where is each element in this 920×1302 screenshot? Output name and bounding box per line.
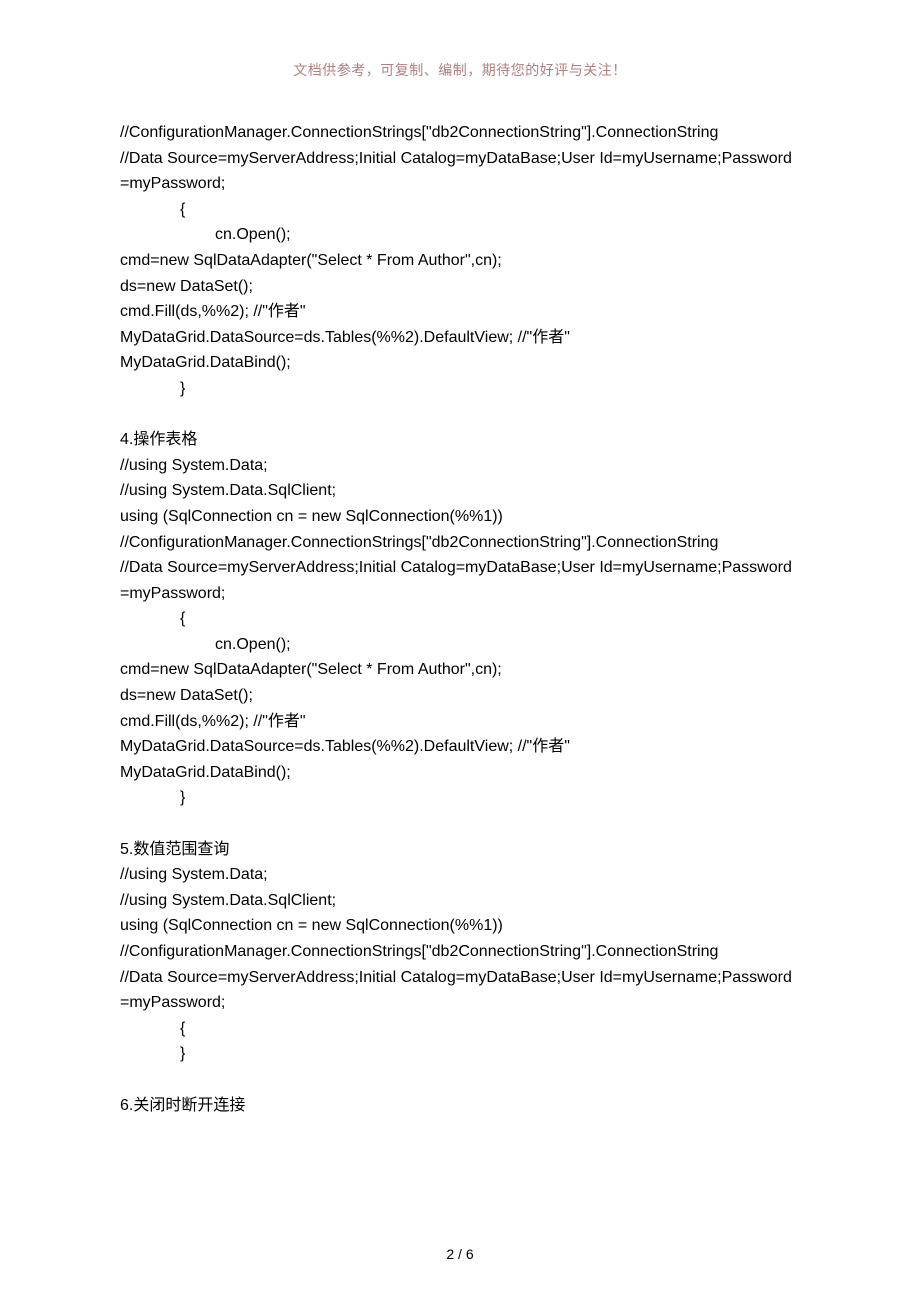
blank-line xyxy=(120,811,800,837)
code-line: //using System.Data; xyxy=(120,862,800,888)
document-body: //ConfigurationManager.ConnectionStrings… xyxy=(120,120,800,1118)
code-line: ds=new DataSet(); xyxy=(120,274,800,300)
code-line: cmd.Fill(ds,%%2); //"作者" xyxy=(120,709,800,735)
code-line: using (SqlConnection cn = new SqlConnect… xyxy=(120,504,800,530)
code-line: //Data Source=myServerAddress;Initial Ca… xyxy=(120,965,800,1016)
code-line: } xyxy=(120,785,800,811)
code-line: //Data Source=myServerAddress;Initial Ca… xyxy=(120,146,800,197)
code-line: cmd.Fill(ds,%%2); //"作者" xyxy=(120,299,800,325)
code-line: //using System.Data.SqlClient; xyxy=(120,478,800,504)
code-line: //ConfigurationManager.ConnectionStrings… xyxy=(120,939,800,965)
code-line: //using System.Data.SqlClient; xyxy=(120,888,800,914)
page-header-note: 文档供参考，可复制、编制，期待您的好评与关注！ xyxy=(120,60,800,80)
document-page: 文档供参考，可复制、编制，期待您的好评与关注！ //ConfigurationM… xyxy=(0,0,920,1302)
code-line: //ConfigurationManager.ConnectionStrings… xyxy=(120,530,800,556)
code-line: } xyxy=(120,1041,800,1067)
code-line: { xyxy=(120,606,800,632)
code-line: MyDataGrid.DataSource=ds.Tables(%%2).Def… xyxy=(120,325,800,351)
code-line: //Data Source=myServerAddress;Initial Ca… xyxy=(120,555,800,606)
code-line: MyDataGrid.DataSource=ds.Tables(%%2).Def… xyxy=(120,734,800,760)
blank-line xyxy=(120,1067,800,1093)
blank-line xyxy=(120,402,800,428)
code-line: MyDataGrid.DataBind(); xyxy=(120,760,800,786)
code-line: //ConfigurationManager.ConnectionStrings… xyxy=(120,120,800,146)
code-line: ds=new DataSet(); xyxy=(120,683,800,709)
code-line: cn.Open(); xyxy=(120,632,800,658)
code-line: { xyxy=(120,1016,800,1042)
code-line: cn.Open(); xyxy=(120,222,800,248)
code-line: MyDataGrid.DataBind(); xyxy=(120,350,800,376)
section-heading: 6.关闭时断开连接 xyxy=(120,1093,800,1119)
code-line: cmd=new SqlDataAdapter("Select * From Au… xyxy=(120,248,800,274)
section-heading: 4.操作表格 xyxy=(120,427,800,453)
code-line: { xyxy=(120,197,800,223)
section-heading: 5.数值范围查询 xyxy=(120,837,800,863)
page-footer: 2 / 6 xyxy=(0,1246,920,1262)
code-line: } xyxy=(120,376,800,402)
code-line: cmd=new SqlDataAdapter("Select * From Au… xyxy=(120,657,800,683)
code-line: using (SqlConnection cn = new SqlConnect… xyxy=(120,913,800,939)
code-line: //using System.Data; xyxy=(120,453,800,479)
